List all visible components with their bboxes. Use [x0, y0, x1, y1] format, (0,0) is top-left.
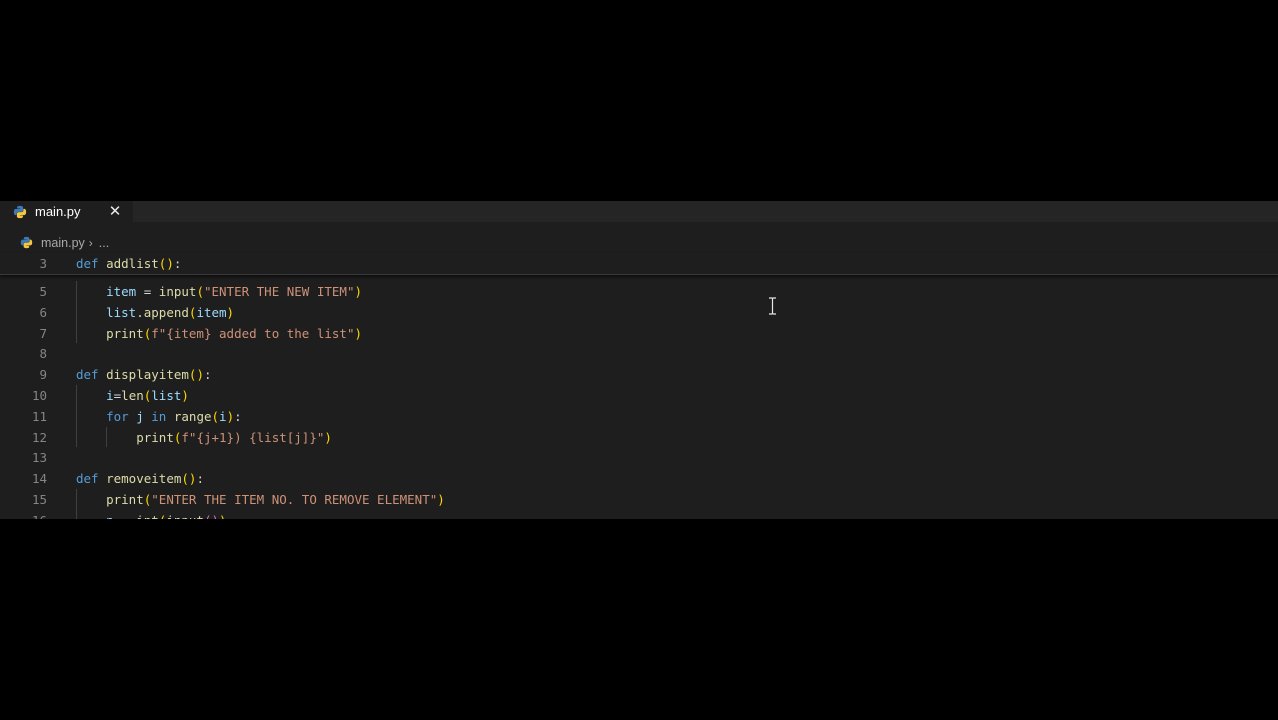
line-number: 9 — [39, 367, 47, 383]
chevron-right-icon: › — [88, 235, 93, 250]
code-line[interactable]: 10 i=len(list) — [0, 385, 1278, 406]
line-number: 15 — [31, 492, 47, 507]
code-line-text: print(f"{item} added to the list") — [106, 325, 363, 341]
indent-guide — [106, 426, 108, 448]
code-line[interactable]: 8 — [0, 343, 1278, 364]
code-line-text: n = int(input()) — [76, 510, 226, 519]
text-cursor-icon — [769, 297, 776, 315]
python-file-icon — [20, 236, 33, 249]
code-line[interactable]: 9 def displayitem(): — [0, 364, 1278, 385]
code-line[interactable]: 11 for j in range(i): — [0, 406, 1278, 427]
breadcrumb-file[interactable]: main.py — [41, 236, 85, 250]
code-line-text: i=len(list) — [106, 388, 189, 403]
tab-label: main.py — [35, 204, 81, 219]
code-line[interactable]: 13 — [0, 447, 1278, 468]
line-number: 7 — [39, 325, 47, 341]
code-line-text: print(f"{j+1}) {list[j]}") — [136, 429, 332, 445]
code-line[interactable]: 14 def removeitem(): — [0, 468, 1278, 489]
line-number: 8 — [39, 346, 47, 362]
sticky-scroll-line[interactable]: 3 def addlist(): — [0, 253, 1278, 275]
code-line[interactable]: 12 print(f"{j+1}) {list[j]}") — [0, 427, 1278, 448]
line-number: 10 — [31, 388, 47, 403]
code-line[interactable]: 15 print("ENTER THE ITEM NO. TO REMOVE E… — [0, 489, 1278, 510]
code-line[interactable]: 7 print(f"{item} added to the list") — [0, 323, 1278, 344]
code-line[interactable]: 16 n = int(input()) — [0, 510, 1278, 519]
code-line-text: def removeitem(): — [76, 471, 204, 487]
line-number: 13 — [31, 450, 47, 466]
code-line-text: def addlist(): — [76, 256, 182, 271]
code-line-text: list.append(item) — [106, 304, 235, 320]
python-file-icon — [13, 205, 27, 218]
close-icon[interactable]: ✕ — [107, 203, 123, 220]
line-number: 3 — [39, 256, 47, 271]
code-line[interactable]: 5 item = input("ENTER THE NEW ITEM") — [0, 281, 1278, 302]
code-line-text: print("ENTER THE ITEM NO. TO REMOVE ELEM… — [106, 492, 445, 507]
code-line-text: item = input("ENTER THE NEW ITEM") — [106, 284, 363, 299]
line-number: 11 — [31, 408, 47, 424]
tab-bar: main.py ✕ — [0, 201, 1278, 222]
indent-guide — [76, 489, 77, 519]
line-number: 6 — [39, 304, 47, 320]
code-line-text: for j in range(i): — [106, 408, 242, 424]
breadcrumb: main.py › ... — [0, 232, 1278, 253]
code-line-text: def displayitem(): — [76, 367, 212, 383]
breadcrumb-more[interactable]: ... — [99, 236, 109, 250]
code-line[interactable]: 6 list.append(item) — [0, 302, 1278, 323]
line-number: 12 — [31, 429, 47, 445]
code-editor[interactable]: main.py ✕ main.py › ... 3 def addlist():… — [0, 201, 1278, 519]
line-number: 14 — [31, 471, 47, 487]
indent-guide — [76, 385, 77, 448]
line-number: 5 — [39, 284, 47, 299]
line-number: 16 — [0, 510, 47, 519]
indent-guide — [76, 281, 77, 344]
tab-main-py[interactable]: main.py ✕ — [0, 201, 133, 222]
